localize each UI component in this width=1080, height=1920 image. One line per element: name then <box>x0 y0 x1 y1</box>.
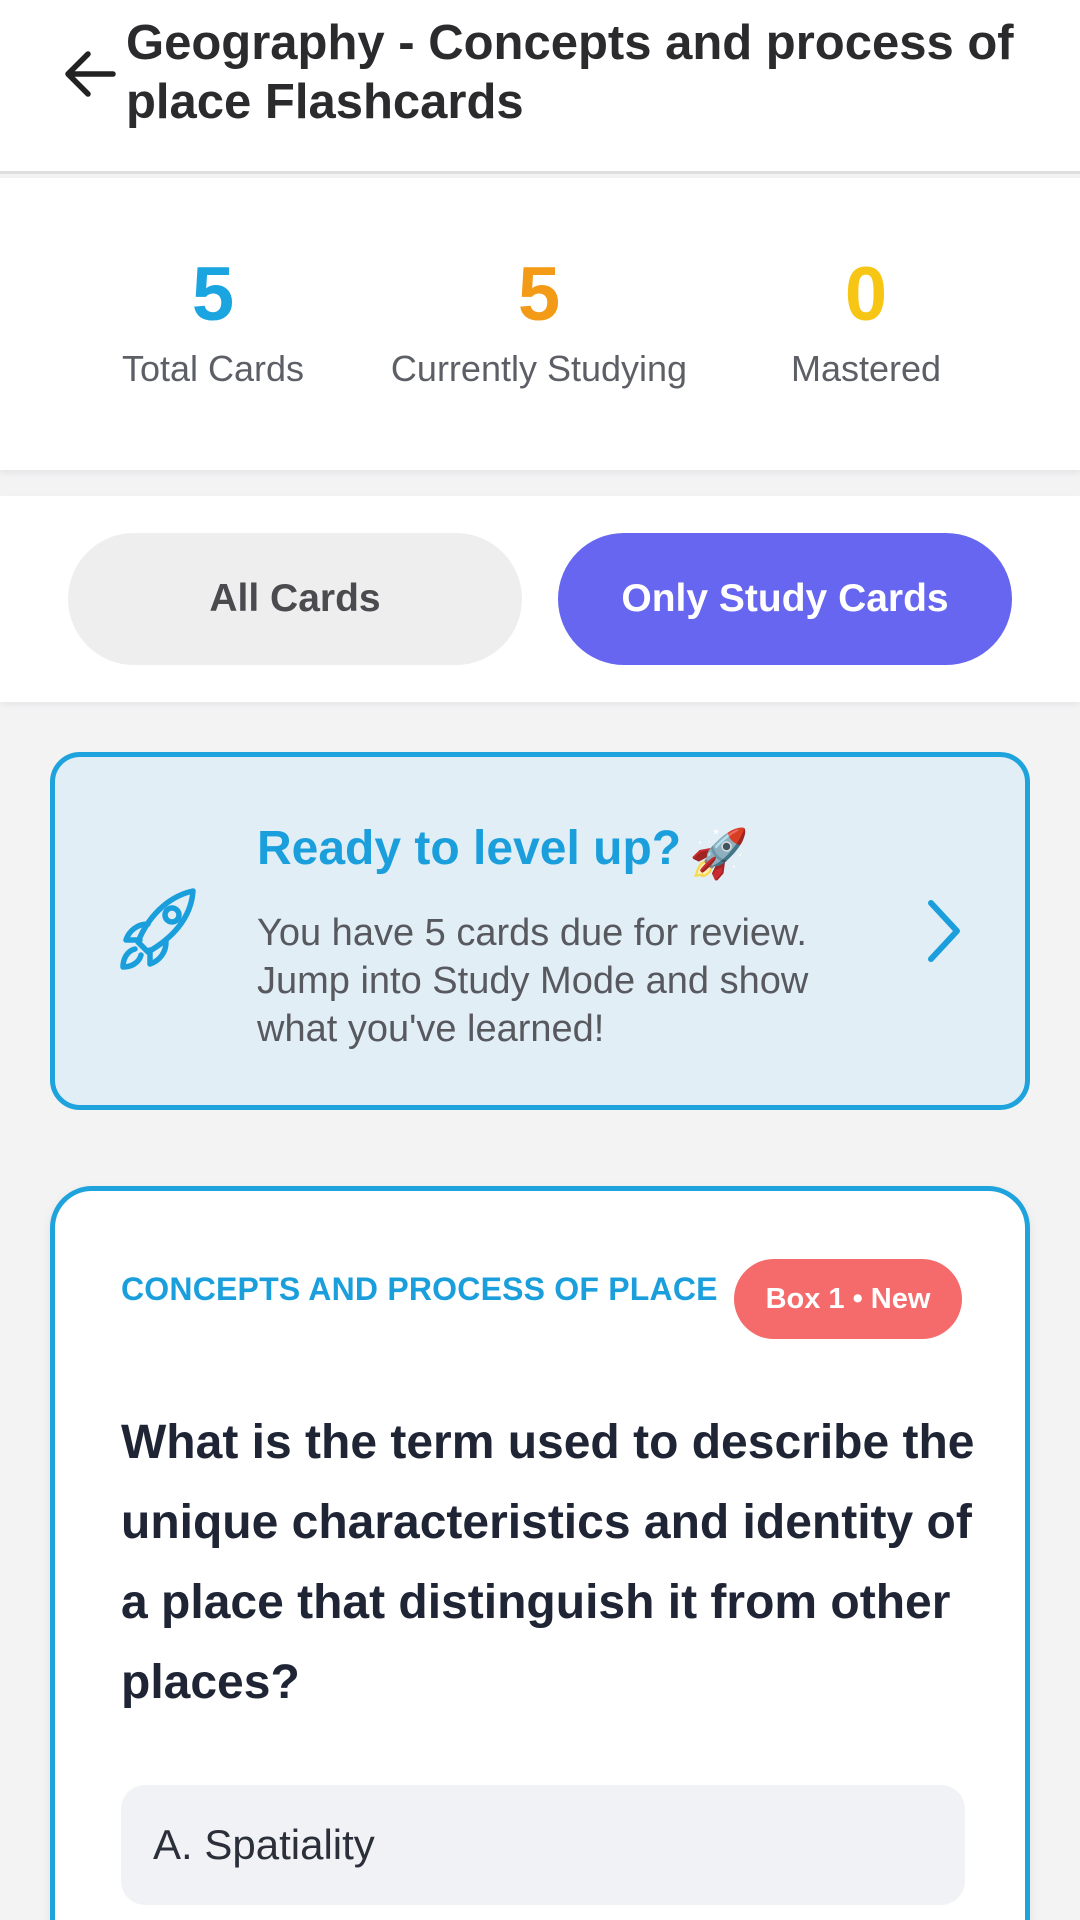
stats-panel: 5 Total Cards 5 Currently Studying 0 Mas… <box>0 178 1080 470</box>
banner-message: You have 5 cards due for review. Jump in… <box>257 912 809 1050</box>
banner-title-text: Ready to level up? <box>257 822 682 875</box>
filter-toggle: All Cards Only Study Cards <box>0 496 1080 702</box>
stat-label-mastered: Mastered <box>790 348 942 389</box>
study-mode-banner[interactable]: Ready to level up? 🚀 You have 5 cards due… <box>50 752 1030 1110</box>
rocket-icon <box>120 888 196 970</box>
stat-value-studying: 5 <box>517 252 561 337</box>
answer-option-a[interactable]: A. Spatiality <box>121 1785 965 1905</box>
app-header: Geography - Concepts and process of plac… <box>0 0 1080 174</box>
stat-mastered: 0 Mastered <box>752 250 980 390</box>
arrow-left-icon <box>65 51 116 97</box>
stat-total-cards: 5 Total Cards <box>90 250 336 390</box>
only-study-cards-button[interactable]: Only Study Cards <box>558 533 1012 665</box>
all-cards-button[interactable]: All Cards <box>68 533 522 665</box>
card-question: What is the term used to describe the un… <box>121 1416 975 1709</box>
page-title: Geography - Concepts and process of plac… <box>126 16 1014 129</box>
status-badge: Box 1 • New <box>734 1259 962 1339</box>
chevron-right-icon[interactable] <box>913 893 973 969</box>
flashcard: CONCEPTS AND PROCESS OF PLACE Box 1 • Ne… <box>50 1186 1030 1920</box>
stat-value-mastered: 0 <box>844 252 888 337</box>
card-category: CONCEPTS AND PROCESS OF PLACE <box>121 1271 718 1307</box>
banner-title: Ready to level up? 🚀 <box>257 819 749 885</box>
rocket-emoji-icon: 🚀 <box>689 828 749 881</box>
stat-label-total: Total Cards <box>121 348 305 389</box>
flashcards-screen: Geography - Concepts and process of plac… <box>0 0 1080 1920</box>
back-button[interactable] <box>50 34 130 114</box>
stat-label-studying: Currently Studying <box>390 348 688 389</box>
stat-value-total: 5 <box>191 252 235 337</box>
stat-currently-studying: 5 Currently Studying <box>372 250 706 390</box>
